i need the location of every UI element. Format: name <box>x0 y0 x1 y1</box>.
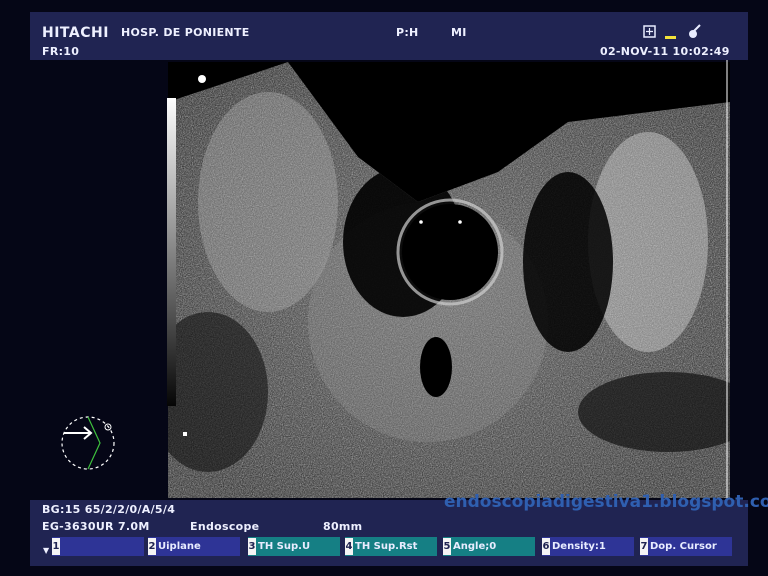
menu-down-icon[interactable]: ▼ <box>43 546 49 555</box>
softkey-number: 4 <box>345 538 353 555</box>
softkey-label: TH Sup.Rst <box>355 541 418 552</box>
hospital-name: HOSP. DE PONIENTE <box>121 26 250 39</box>
softkey-number: 7 <box>640 538 648 555</box>
softkey-th-sup-rst[interactable]: 4 TH Sup.Rst <box>345 537 437 556</box>
ph-label: P:H <box>396 26 419 39</box>
probe-orientation-icon <box>61 416 115 470</box>
probe-icon <box>686 24 702 43</box>
datetime: 02-NOV-11 10:02:49 <box>600 45 730 58</box>
softkey-label: TH Sup.U <box>258 541 311 552</box>
frame-rate: FR:10 <box>42 45 80 58</box>
softkey-th-sup-u[interactable]: 3 TH Sup.U <box>248 537 340 556</box>
mi-label: MI <box>451 26 467 39</box>
watermark: endoscopiadigestiva1.blogspot.com <box>444 492 768 512</box>
depth-scale <box>726 60 728 500</box>
softkey-angle[interactable]: 5 Angle;0 <box>443 537 535 556</box>
softkey-number: 3 <box>248 538 256 555</box>
softkey-number: 2 <box>148 538 156 555</box>
softkey-label: Angle;0 <box>453 541 497 552</box>
softkey-number: 1 <box>52 538 60 555</box>
grayscale-bar <box>167 98 176 406</box>
mode-label: Endoscope <box>190 520 260 533</box>
softkey-number: 6 <box>542 538 550 555</box>
softkey-dop-cursor[interactable]: 7 Dop. Cursor <box>640 537 732 556</box>
softkey-number: 5 <box>443 538 451 555</box>
softkey-density[interactable]: 6 Density:1 <box>542 537 634 556</box>
softkey-label: Dop. Cursor <box>650 541 717 552</box>
ultrasound-image <box>168 62 730 498</box>
depth-label: 80mm <box>323 520 363 533</box>
softkey-uiplane[interactable]: 2 Uiplane <box>148 537 240 556</box>
freeze-icon[interactable] <box>643 25 656 41</box>
probe-label: EG-3630UR 7.0M <box>42 520 150 533</box>
brand-label: HITACHI <box>42 25 109 41</box>
softkey-1[interactable]: 1 <box>52 537 144 556</box>
params-line: BG:15 65/2/2/0/A/5/4 <box>42 503 176 516</box>
dash-icon <box>665 30 676 43</box>
softkey-label: Density:1 <box>552 541 606 552</box>
softkey-label: Uiplane <box>158 541 201 552</box>
